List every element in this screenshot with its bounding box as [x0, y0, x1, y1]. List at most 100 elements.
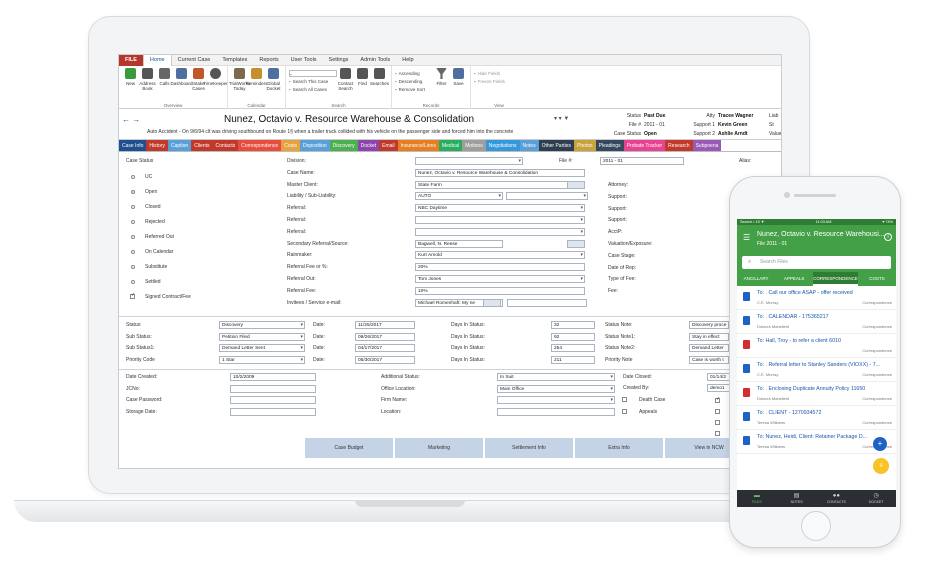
death-case-checkbox[interactable] — [622, 397, 627, 402]
nav-notes[interactable]: ▤ NOTES — [777, 490, 817, 507]
tab-email[interactable]: Email — [379, 140, 398, 151]
status-note-input[interactable]: Demand Letter — [689, 344, 729, 352]
hide-fields[interactable]: Hide Fields — [474, 70, 524, 78]
sub-liability-select[interactable] — [506, 192, 588, 201]
field-input[interactable]: AUTO — [415, 192, 503, 201]
tab-costs[interactable]: COSTS — [858, 272, 896, 286]
tab-case-info[interactable]: Case Info — [119, 140, 147, 151]
tab-probate-tracker[interactable]: Probate Tracker — [623, 140, 666, 151]
tab-docket[interactable]: Docket — [357, 140, 380, 151]
field-input[interactable] — [415, 157, 523, 165]
menu-templates[interactable]: Templates — [216, 55, 253, 66]
option-checkbox[interactable] — [715, 409, 720, 414]
lower-mid-input[interactable] — [497, 407, 615, 416]
status-date-input[interactable]: 05/30/2017 — [355, 355, 415, 364]
menu-file[interactable]: FILE — [119, 55, 143, 66]
field-input[interactable] — [415, 216, 585, 224]
settlement-info-button[interactable]: Settlement Info — [485, 438, 573, 458]
status-date-input[interactable]: 04/17/2017 — [355, 344, 415, 352]
status-row-select[interactable]: Demand Letter Sent — [219, 344, 305, 352]
field-input[interactable]: Kurt Arnold — [415, 251, 585, 260]
status-date-input[interactable]: 09/26/2017 — [355, 332, 415, 341]
case-dropdown-icons[interactable]: ▾ ▾ ▼ — [554, 115, 569, 122]
phone-home-button[interactable] — [801, 511, 831, 541]
tab-medical[interactable]: Medical — [438, 140, 463, 151]
invitees-extra-input[interactable] — [507, 298, 587, 307]
tab-caption[interactable]: Caption — [167, 140, 192, 151]
tab-other-parties[interactable]: Other Parties — [538, 140, 575, 151]
field-input[interactable]: 20% — [415, 263, 585, 272]
menu-home[interactable]: Home — [142, 55, 172, 66]
tab-contacts[interactable]: Contacts — [212, 140, 239, 151]
status-radio[interactable] — [131, 265, 135, 269]
status-date-input[interactable]: 11/25/2017 — [355, 321, 415, 329]
secondary-referral-button[interactable] — [567, 239, 585, 248]
menu-user-tools[interactable]: User Tools — [285, 55, 323, 66]
status-radio[interactable] — [131, 190, 135, 194]
tab-deposition[interactable]: Deposition — [299, 140, 330, 151]
lower-left-input[interactable] — [230, 396, 316, 404]
phone-search-input[interactable]: ⌕ Search Files — [742, 256, 891, 269]
field-input[interactable]: NBC Daytime — [415, 204, 585, 213]
days-in-status-input[interactable]: 254 — [551, 344, 595, 352]
field-input[interactable]: Nunez, Octavio v. Resource Warehouse & C… — [415, 168, 585, 177]
tab-correspondence[interactable]: Correspondence — [238, 140, 282, 151]
days-in-status-input[interactable]: 32 — [551, 321, 595, 329]
tab-history[interactable]: History — [146, 140, 168, 151]
created-by-input[interactable]: demo1 — [707, 384, 731, 392]
appeals-checkbox[interactable] — [622, 409, 627, 414]
sort-descending[interactable]: Descending — [395, 78, 433, 86]
reminders-button[interactable]: Reminders — [246, 68, 267, 86]
lower-mid-input[interactable]: In Suit — [497, 373, 615, 381]
address-book-button[interactable]: Address Book — [139, 68, 156, 91]
date-closed-input[interactable]: 01/14/2 — [707, 373, 731, 381]
search-all-cases[interactable]: Search All Cases — [289, 86, 337, 94]
tab-photos[interactable]: Photos — [574, 140, 596, 151]
status-radio[interactable] — [131, 175, 135, 179]
new-button[interactable]: New — [123, 68, 138, 86]
days-in-status-input[interactable]: 92 — [551, 332, 595, 341]
tab-insurance-liens[interactable]: Insurance/Liens — [397, 140, 439, 151]
search-box[interactable] — [289, 70, 337, 77]
nav-arrows[interactable]: ← → — [122, 115, 140, 124]
tab-costs[interactable]: Costs — [281, 140, 300, 151]
option-checkbox[interactable] — [715, 396, 720, 403]
status-note-input[interactable]: Discovery proce — [689, 321, 729, 329]
tab-notes[interactable]: Notes — [519, 140, 539, 151]
searches-button[interactable]: Searches — [370, 68, 389, 86]
menu-reports[interactable]: Reports — [253, 55, 284, 66]
status-radio[interactable] — [131, 235, 135, 239]
menu-settings[interactable]: Settings — [323, 55, 355, 66]
field-input[interactable] — [415, 227, 585, 236]
tab-research[interactable]: Research — [665, 140, 693, 151]
lower-mid-input[interactable] — [497, 396, 615, 404]
status-row-select[interactable]: Petition Filed — [219, 332, 305, 341]
lower-left-input[interactable]: 10/2/2009 — [230, 373, 316, 381]
search-this-case[interactable]: Search This Case — [289, 78, 337, 86]
nav-docket[interactable]: ◷ DOCKET — [856, 490, 896, 507]
nav-files[interactable]: ▬ FILES — [737, 490, 777, 507]
status-row-select[interactable]: 1 Star — [219, 355, 305, 364]
list-item[interactable]: To: Hall, Troy - to refer a client 6010 C… — [737, 334, 896, 358]
list-item[interactable]: To: . Call our office ASAP - offer recei… — [737, 286, 896, 310]
timekeeper-button[interactable]: TimeKeeper — [203, 68, 228, 86]
tab-negotiations[interactable]: Negotiations — [485, 140, 520, 151]
field-input[interactable]: Bagwell, N. Reese — [415, 239, 503, 248]
tab-discovery[interactable]: Discovery — [329, 140, 358, 151]
case-budget-button[interactable]: Case Budget — [305, 438, 393, 458]
option-checkbox[interactable] — [715, 431, 720, 436]
lower-left-input[interactable] — [230, 407, 316, 416]
field-input[interactable]: State Farm — [415, 180, 585, 189]
add-fab-button[interactable]: + — [873, 437, 887, 451]
menu-admin-tools[interactable]: Admin Tools — [354, 55, 396, 66]
nav-contacts[interactable]: ●● CONTACTS — [817, 490, 857, 507]
field-input[interactable]: 10% — [415, 286, 585, 295]
option-checkbox[interactable] — [715, 420, 720, 425]
status-note-input[interactable]: Stay in effect — [689, 332, 729, 341]
master-client-lookup-button[interactable] — [567, 180, 585, 189]
global-docket-button[interactable]: Global Docket — [266, 68, 281, 91]
tab-motions[interactable]: Motions — [462, 140, 486, 151]
info-icon[interactable]: i — [884, 233, 892, 241]
list-item[interactable]: To: . Enclosing Duplicate Annuity Policy… — [737, 382, 896, 406]
file-number-input[interactable]: 2011 - 01 — [600, 157, 684, 165]
